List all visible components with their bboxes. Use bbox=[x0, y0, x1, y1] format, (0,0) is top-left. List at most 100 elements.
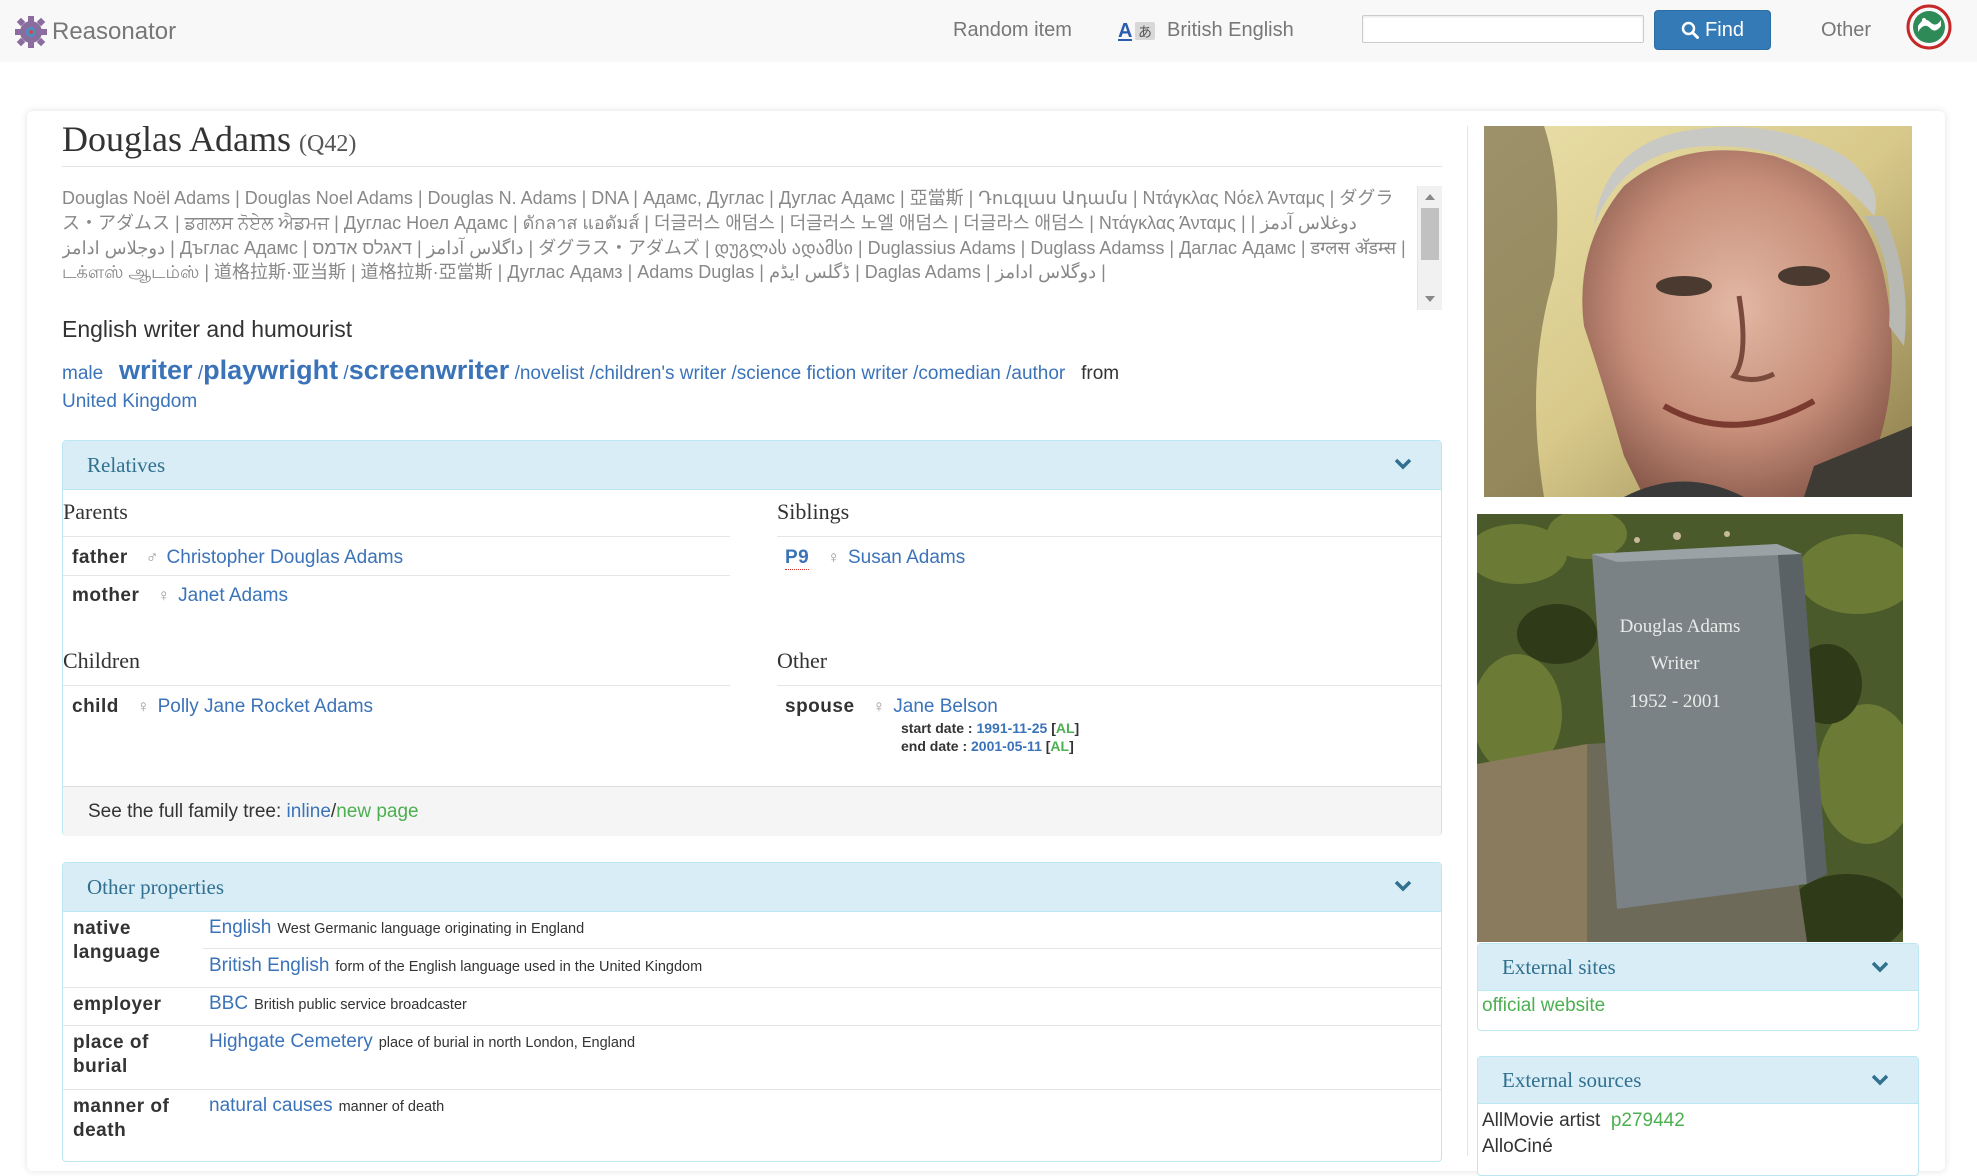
search-input[interactable] bbox=[1362, 15, 1644, 43]
occupation-screenwriter[interactable]: screenwriter bbox=[349, 355, 510, 385]
external-sites-heading[interactable]: External sites bbox=[1478, 944, 1918, 991]
main-content: Douglas Adams (Q42) bbox=[62, 118, 1442, 167]
external-sources-title: External sources bbox=[1502, 1067, 1642, 1092]
father-link[interactable]: Christopher Douglas Adams bbox=[167, 547, 404, 569]
other-menu[interactable]: Other bbox=[1821, 19, 1871, 42]
relatives-heading[interactable]: Relatives bbox=[63, 441, 1441, 490]
relatives-title: Relatives bbox=[87, 452, 166, 477]
occupation-childrens-writer[interactable]: children's writer bbox=[595, 363, 726, 384]
highgate-description: place of burial in north London, England bbox=[378, 1035, 636, 1051]
occupation-novelist[interactable]: novelist bbox=[520, 363, 584, 384]
start-date-label: start date : bbox=[901, 720, 973, 736]
allmovie-label: AllMovie artist bbox=[1482, 1110, 1601, 1131]
child-link[interactable]: Polly Jane Rocket Adams bbox=[158, 696, 373, 718]
occupation-author[interactable]: author bbox=[1011, 363, 1065, 384]
chevron-down-icon[interactable] bbox=[1870, 1070, 1890, 1090]
language-selector[interactable]: A あ British English bbox=[1117, 17, 1294, 43]
sibling-row: P9 ♀ Susan Adams bbox=[785, 543, 965, 573]
gravestone-image[interactable]: Douglas Adams Writer 1952 - 2001 bbox=[1477, 514, 1903, 942]
allmovie-id-link[interactable]: p279442 bbox=[1611, 1110, 1685, 1131]
sibling-property-link[interactable]: P9 bbox=[785, 547, 810, 570]
divider bbox=[63, 987, 1441, 988]
sidebar-divider bbox=[1467, 126, 1468, 1156]
brand-text: Reasonator bbox=[52, 18, 177, 45]
children-title: Children bbox=[63, 648, 140, 673]
scroll-thumb[interactable] bbox=[1421, 208, 1439, 260]
employer-label: employer bbox=[73, 994, 162, 1015]
chevron-down-icon[interactable] bbox=[1393, 876, 1413, 896]
employer-value: BBC British public service broadcaster bbox=[209, 993, 467, 1015]
wikidata-tools-logo-icon[interactable] bbox=[1902, 4, 1956, 50]
british-english-link[interactable]: British English bbox=[209, 955, 329, 976]
gender-link[interactable]: male bbox=[62, 363, 103, 384]
mother-link[interactable]: Janet Adams bbox=[178, 585, 288, 607]
end-date-label: end date : bbox=[901, 738, 968, 754]
gear-logo-icon bbox=[15, 16, 47, 48]
english-link[interactable]: English bbox=[209, 917, 271, 938]
external-sources-panel: External sources AllMovie artist p279442… bbox=[1477, 1056, 1919, 1176]
find-button[interactable]: Find bbox=[1654, 10, 1771, 50]
spouse-start-date: start date : 1991-11-25 [AL] bbox=[901, 720, 1080, 736]
sibling-link[interactable]: Susan Adams bbox=[848, 547, 965, 569]
occupation-science-fiction-writer[interactable]: science fiction writer bbox=[737, 363, 908, 384]
aliases-box[interactable]: Douglas Noël Adams | Douglas Noel Adams … bbox=[62, 186, 1442, 310]
navbar: Reasonator Random item A あ British Engli… bbox=[0, 0, 1977, 63]
family-tree-new-page-link[interactable]: new page bbox=[336, 801, 418, 823]
page-background bbox=[0, 62, 1977, 112]
language-label: British English bbox=[1167, 18, 1294, 41]
scroll-down-arrow-icon[interactable] bbox=[1425, 296, 1435, 302]
female-symbol-icon: ♀ bbox=[872, 697, 886, 716]
divider bbox=[777, 685, 1441, 686]
al-link[interactable]: AL bbox=[1050, 738, 1069, 754]
natural-causes-link[interactable]: natural causes bbox=[209, 1095, 333, 1116]
spouse-link[interactable]: Jane Belson bbox=[893, 696, 998, 718]
chevron-down-icon[interactable] bbox=[1870, 957, 1890, 977]
parents-title: Parents bbox=[63, 499, 128, 524]
random-item-link[interactable]: Random item bbox=[953, 19, 1072, 42]
female-symbol-icon: ♀ bbox=[827, 548, 840, 567]
relatives-panel: Relatives Parents Siblings father ♂ Chri… bbox=[62, 440, 1442, 836]
grave-line-2: Writer bbox=[1651, 653, 1700, 674]
portrait-image[interactable] bbox=[1484, 126, 1912, 497]
chevron-down-icon[interactable] bbox=[1393, 454, 1413, 474]
other-properties-heading[interactable]: Other properties bbox=[63, 863, 1441, 912]
female-symbol-icon: ♀ bbox=[157, 586, 171, 605]
native-language-label: native language bbox=[73, 918, 161, 963]
occupation-playwright[interactable]: playwright bbox=[203, 355, 338, 385]
family-tree-row: See the full family tree: inline / new pag… bbox=[63, 786, 1441, 836]
start-date-value[interactable]: 1991-11-25 bbox=[976, 720, 1047, 736]
mother-row: mother ♀ Janet Adams bbox=[72, 581, 288, 611]
aliases-text: Douglas Noël Adams | Douglas Noel Adams … bbox=[62, 188, 1406, 283]
aliases-scrollbar[interactable] bbox=[1417, 186, 1442, 310]
bbc-link[interactable]: BBC bbox=[209, 993, 248, 1014]
divider bbox=[63, 685, 730, 686]
page-title: Douglas Adams bbox=[62, 119, 291, 159]
divider bbox=[63, 1025, 1441, 1026]
family-tree-inline-link[interactable]: inline bbox=[287, 801, 331, 823]
occupation-writer[interactable]: writer bbox=[119, 355, 193, 385]
manner-of-death-value: natural causes manner of death bbox=[209, 1095, 444, 1117]
external-sites-panel: External sites official website bbox=[1477, 943, 1919, 1031]
divider bbox=[63, 536, 730, 537]
highgate-cemetery-link[interactable]: Highgate Cemetery bbox=[209, 1031, 373, 1052]
spouse-label: spouse bbox=[785, 696, 855, 717]
al-link[interactable]: AL bbox=[1056, 720, 1075, 736]
english-description: West Germanic language originating in En… bbox=[277, 921, 585, 937]
scroll-up-arrow-icon[interactable] bbox=[1425, 194, 1435, 200]
other-properties-title: Other properties bbox=[87, 874, 225, 899]
official-website-link[interactable]: official website bbox=[1482, 995, 1605, 1016]
translate-icon: A あ bbox=[1118, 20, 1155, 42]
occupations-line: male writer /playwright /screenwriter /n… bbox=[62, 355, 1120, 412]
mother-label: mother bbox=[72, 585, 140, 606]
country-link[interactable]: United Kingdom bbox=[62, 391, 197, 412]
end-date-value[interactable]: 2001-05-11 bbox=[971, 738, 1042, 754]
allocine-label: AlloCiné bbox=[1482, 1136, 1553, 1157]
child-row: child ♀ Polly Jane Rocket Adams bbox=[72, 692, 373, 722]
manner-of-death-label: manner of death bbox=[73, 1096, 170, 1141]
native-language-value-british-english: British English form of the English langu… bbox=[209, 955, 702, 977]
female-symbol-icon: ♀ bbox=[136, 697, 150, 716]
occupation-comedian[interactable]: comedian bbox=[918, 363, 1000, 384]
external-sources-heading[interactable]: External sources bbox=[1478, 1057, 1918, 1104]
brand[interactable]: Reasonator bbox=[14, 14, 176, 50]
other-properties-panel: Other properties native language English… bbox=[62, 862, 1442, 1162]
